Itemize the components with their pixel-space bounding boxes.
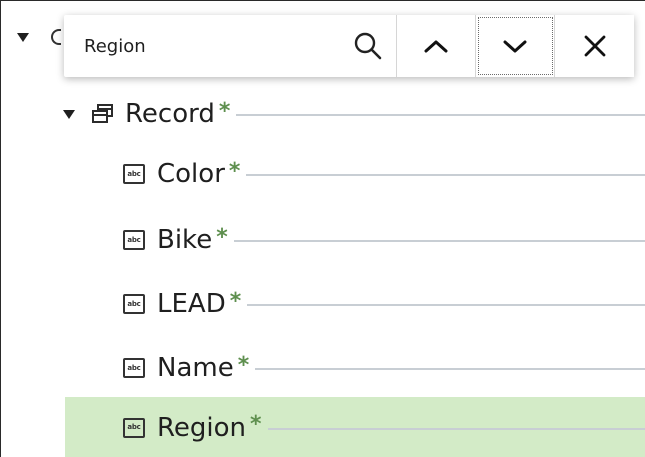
abc-icon: abc <box>123 358 145 378</box>
root-node-row[interactable] <box>17 29 61 45</box>
tree-panel: Record * abc Color * abc Bike * abc LEAD… <box>0 0 645 457</box>
required-marker: * <box>229 288 242 314</box>
record-icon <box>92 104 113 123</box>
leader-line <box>236 114 645 116</box>
search-icon[interactable] <box>348 26 388 66</box>
tree-row-record[interactable]: Record * <box>1 87 645 141</box>
tree-row-name[interactable]: abc Name * <box>1 341 645 395</box>
required-marker: * <box>218 98 231 124</box>
find-input-wrap <box>64 15 397 77</box>
tree-row-label: Region <box>157 412 247 443</box>
tree-row-region[interactable]: abc Region * <box>65 397 645 457</box>
chevron-up-icon <box>424 40 448 53</box>
find-close-button[interactable] <box>555 15 634 77</box>
abc-icon: abc <box>123 164 145 184</box>
close-icon <box>584 35 605 57</box>
leader-line <box>247 304 645 306</box>
chevron-down-icon <box>503 40 527 53</box>
required-marker: * <box>237 352 250 378</box>
abc-icon: abc <box>123 417 145 438</box>
find-previous-button[interactable] <box>397 15 476 77</box>
find-input[interactable] <box>84 26 348 66</box>
tree-row-label: LEAD <box>157 289 226 319</box>
leader-line <box>246 174 645 176</box>
find-bar <box>64 15 634 77</box>
tree-row-color[interactable]: abc Color * <box>1 147 645 201</box>
tree-row-label: Color <box>157 159 225 189</box>
required-marker: * <box>228 158 241 184</box>
required-marker: * <box>250 412 262 437</box>
expand-toggle-icon[interactable] <box>17 32 29 42</box>
leader-line <box>255 368 645 370</box>
leader-line <box>233 240 645 242</box>
abc-icon: abc <box>123 230 145 250</box>
root-node-icon <box>51 29 61 45</box>
tree-row-label: Record <box>125 99 215 129</box>
abc-icon: abc <box>123 294 145 314</box>
tree-row-bike[interactable]: abc Bike * <box>1 213 645 267</box>
tree-row-label: Name <box>157 353 234 383</box>
tree-row-lead[interactable]: abc LEAD * <box>1 277 645 331</box>
find-next-button[interactable] <box>476 15 555 77</box>
tree-row-label: Bike <box>157 225 213 255</box>
leader-line <box>267 427 645 430</box>
required-marker: * <box>216 224 228 250</box>
expand-toggle-icon[interactable] <box>63 109 75 119</box>
